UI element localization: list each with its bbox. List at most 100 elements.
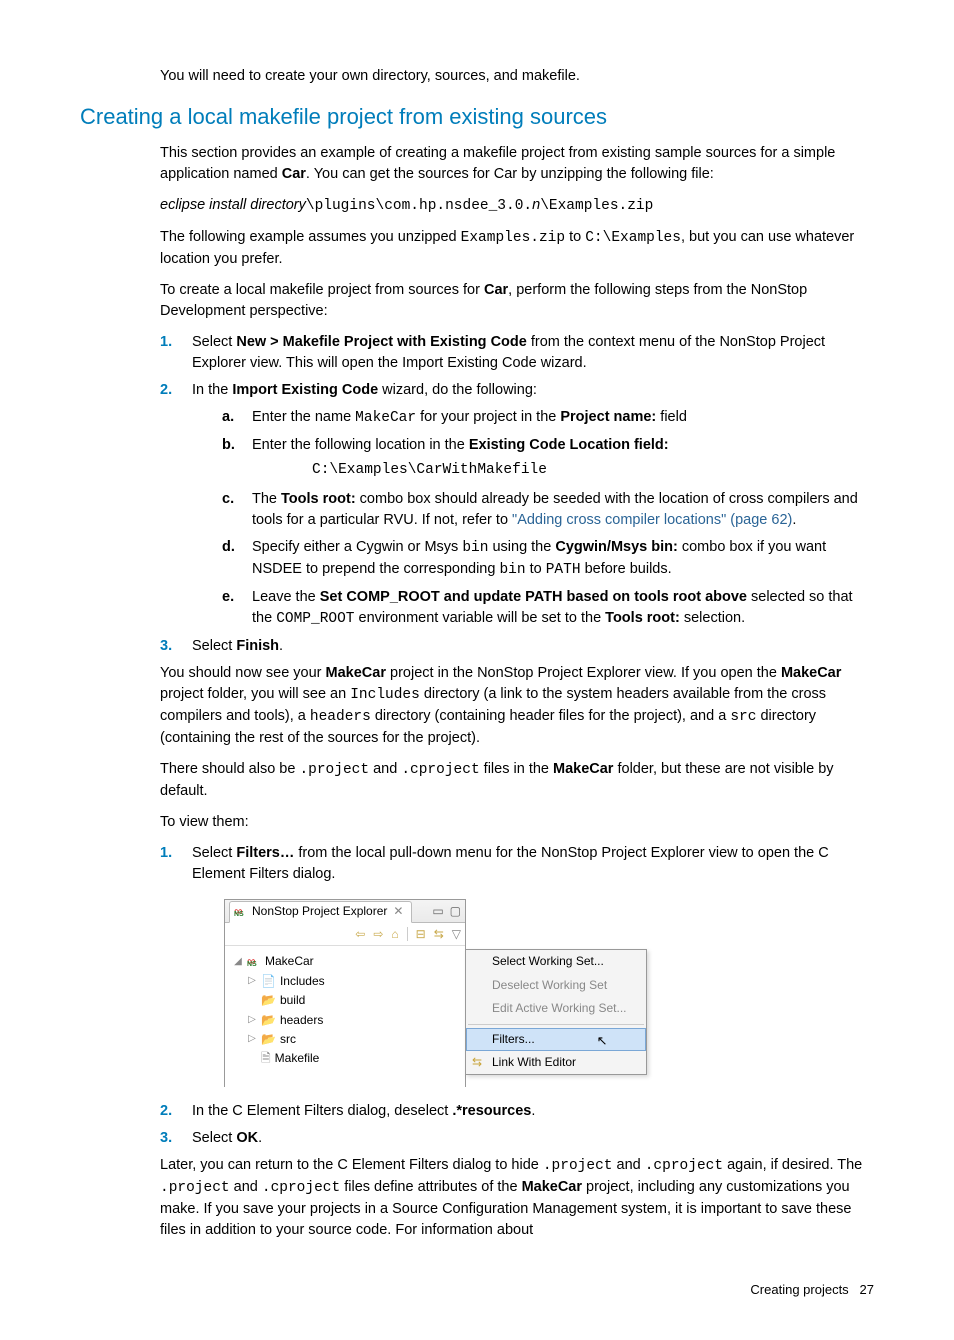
app-name: Car [484,282,508,298]
text: Select [192,1130,236,1146]
section-heading: Creating a local makefile project from e… [80,101,874,133]
close-icon[interactable]: ✕ [393,903,403,920]
text: before builds. [581,561,672,577]
menu-label: Link With Editor [492,1055,576,1069]
substep-e: e. Leave the Set COMP_ROOT and update PA… [222,587,874,630]
menu-link-with-editor[interactable]: ⇆ Link With Editor [466,1051,646,1074]
view-menu-icon[interactable]: ▽ [452,926,461,943]
tab-bar: NonStop Project Explorer ✕ ▭ ▢ [225,900,465,923]
menu-select-working-set[interactable]: Select Working Set... [466,950,646,973]
substeps: a. Enter the name MakeCar for your proje… [222,407,874,630]
field-label: Project name: [560,409,656,425]
filename: .project [299,762,369,778]
text: Later, you can return to the C Element F… [160,1157,543,1173]
step-2: 2. In the Import Existing Code wizard, d… [160,380,874,630]
collapse-icon[interactable]: ⊟ [416,926,426,943]
filename: .cproject [401,762,479,778]
code: bin [499,562,525,578]
nonstop-icon [234,905,248,919]
path: C:\Examples [585,230,681,246]
tree-includes[interactable]: ▷📄Includes [233,972,457,991]
project-tree: ◢MakeCar ▷📄Includes 📂build ▷📂headers ▷📂s… [225,946,465,1086]
text: Enter the name [252,409,355,425]
wizard-name: Import Existing Code [232,382,378,398]
menu-edit-working-set: Edit Active Working Set... [466,997,646,1020]
view-step-2: 2. In the C Element Filters dialog, dese… [160,1101,874,1122]
path-n: n [532,197,540,213]
substep-c: c. The Tools root: combo box should alre… [222,489,874,531]
field-label: Existing Code Location field: [469,437,669,453]
text: To create a local makefile project from … [160,282,484,298]
text: There should also be [160,761,299,777]
substep-b: b. Enter the following location in the E… [222,435,874,481]
code: PATH [546,562,581,578]
filename: .project [160,1180,230,1196]
step-1: 1. Select New > Makefile Project with Ex… [160,332,874,374]
tree-makefile[interactable]: 🗎Makefile [233,1049,457,1068]
field-label: Cygwin/Msys bin: [555,539,677,555]
tree-label: MakeCar [265,953,314,970]
text: using the [488,539,555,555]
path-italic: eclipse install directory [160,197,306,213]
minimize-icon[interactable]: ▭ [432,903,443,920]
folder-icon: 📂 [261,1012,276,1029]
text: In the C Element Filters dialog, deselec… [192,1103,452,1119]
text: files define attributes of the [340,1179,521,1195]
page-footer: Creating projects 27 [80,1281,874,1300]
step-3: 3. Select Finish. [160,636,874,657]
text: . [531,1103,535,1119]
paragraph: This section provides an example of crea… [160,143,874,185]
back-icon[interactable]: ⇦ [355,926,365,943]
explorer-tab[interactable]: NonStop Project Explorer ✕ [229,901,412,922]
button-label: OK [236,1130,258,1146]
includes-icon: 📄 [261,973,276,990]
tree-headers[interactable]: ▷📂headers [233,1011,457,1030]
forward-icon[interactable]: ⇨ [373,926,383,943]
view-step-1: 1. Select Filters… from the local pull-d… [160,843,874,1086]
menu-path: New > Makefile Project with Existing Cod… [236,334,526,350]
menu-filters[interactable]: Filters... ↖ [466,1028,646,1051]
paragraph: You should now see your MakeCar project … [160,663,874,749]
field-label: Tools root: [605,610,680,626]
tree-label: Makefile [275,1050,320,1067]
path-segment: \plugins\com.hp.nsdee_3.0. [306,198,532,214]
steps-list: 1. Select New > Makefile Project with Ex… [160,332,874,657]
project-name: MakeCar [781,665,841,681]
tree-src[interactable]: ▷📂src [233,1030,457,1049]
text: . [258,1130,262,1146]
filename: .project [543,1158,613,1174]
home-icon[interactable]: ⌂ [391,926,398,943]
filename: Examples.zip [461,230,565,246]
text: Leave the [252,589,320,605]
view-steps: 1. Select Filters… from the local pull-d… [160,843,874,1148]
tree-root[interactable]: ◢MakeCar [233,952,457,971]
folder-icon: 📂 [261,1031,276,1048]
filter-name: .*resources [452,1103,531,1119]
path-segment: \Examples.zip [540,198,653,214]
code: bin [462,540,488,556]
page-number: 27 [860,1282,874,1297]
substep-a: a. Enter the name MakeCar for your proje… [222,407,874,429]
dropdown-menu: Select Working Set... Deselect Working S… [465,949,647,1075]
explorer-panel: NonStop Project Explorer ✕ ▭ ▢ ⇦ ⇨ ⌂ [224,899,466,1086]
text: Select [192,334,236,350]
link-editor-icon: ⇆ [472,1054,482,1071]
filename: .cproject [645,1158,723,1174]
field-label: Tools root: [281,491,356,507]
cross-reference-link[interactable]: "Adding cross compiler locations" (page … [512,512,792,528]
text: wizard, do the following: [378,382,537,398]
text: Select [192,638,236,654]
maximize-icon[interactable]: ▢ [450,903,461,920]
link-icon[interactable]: ⇆ [434,926,444,943]
menu-label: Filters... [492,1032,535,1046]
file-icon: 🗎 [261,1050,271,1067]
text: Enter the following location in the [252,437,469,453]
menu-item-label: Filters… [236,845,294,861]
tree-build[interactable]: 📂build [233,991,457,1010]
substep-d: d. Specify either a Cygwin or Msys bin u… [222,537,874,581]
project-name: MakeCar [326,665,386,681]
text: to [526,561,546,577]
paragraph: Later, you can return to the C Element F… [160,1155,874,1241]
paragraph: The following example assumes you unzipp… [160,227,874,270]
project-name: MakeCar [553,761,613,777]
